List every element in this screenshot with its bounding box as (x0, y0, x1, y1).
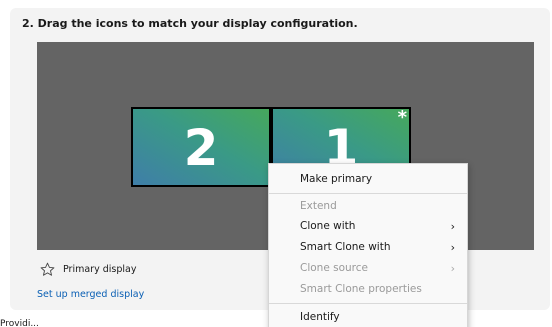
menu-item-smart-clone-with[interactable]: Smart Clone with › (269, 237, 467, 258)
menu-item-clone-with[interactable]: Clone with › (269, 216, 467, 237)
menu-item-label: Identify (300, 311, 340, 323)
footer-partial-text: Providi... (0, 319, 39, 327)
chevron-right-icon: › (450, 262, 455, 275)
menu-item-identify[interactable]: Identify (269, 307, 467, 327)
menu-item-label: Clone source (300, 262, 368, 274)
chevron-right-icon: › (450, 220, 455, 233)
primary-display-label: Primary display (63, 264, 137, 275)
menu-item-clone-source: Clone source › (269, 258, 467, 279)
menu-item-label: Make primary (300, 173, 373, 185)
set-up-merged-display-link[interactable]: Set up merged display (37, 289, 144, 300)
menu-item-label: Extend (300, 200, 337, 212)
star-outline-icon (40, 262, 55, 276)
step-title: 2. Drag the icons to match your display … (22, 17, 358, 30)
context-menu: Make primary Extend Clone with › Smart C… (268, 163, 468, 327)
display-2-label: 2 (183, 119, 219, 177)
menu-separator (269, 303, 467, 304)
menu-separator (269, 193, 467, 194)
display-2-tile[interactable]: 2 (131, 107, 271, 187)
primary-marker: * (397, 107, 407, 128)
chevron-right-icon: › (450, 241, 455, 254)
menu-item-label: Smart Clone with (300, 241, 391, 253)
menu-item-make-primary[interactable]: Make primary (269, 169, 467, 190)
menu-item-extend: Extend (269, 196, 467, 217)
primary-display-legend: Primary display (40, 262, 136, 277)
menu-item-label: Clone with (300, 220, 356, 232)
menu-item-label: Smart Clone properties (300, 283, 422, 295)
menu-item-smart-clone-properties: Smart Clone properties (269, 279, 467, 300)
